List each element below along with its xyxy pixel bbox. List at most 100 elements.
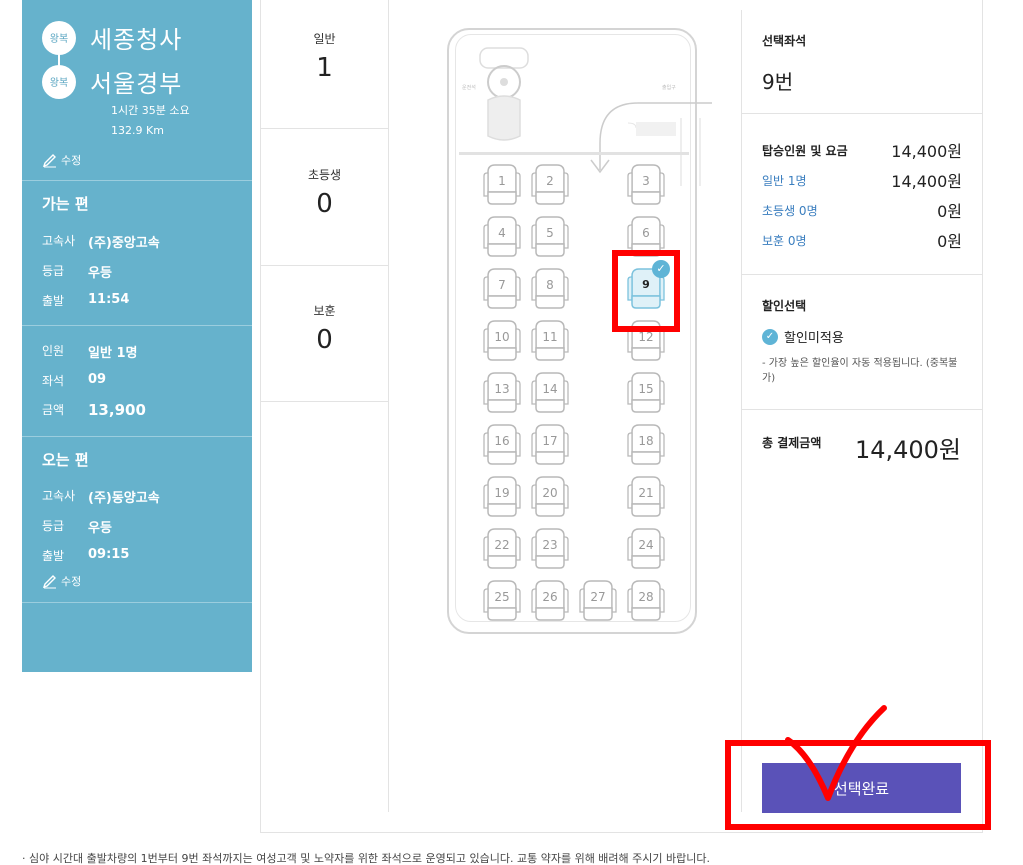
row-value: (주)동양고속: [88, 491, 160, 506]
seat-3[interactable]: 3: [626, 162, 666, 206]
outbound-title: 가는 편: [42, 195, 89, 213]
edit-route-button[interactable]: 수정: [42, 152, 81, 168]
seat-19[interactable]: 19: [482, 474, 522, 518]
seat-28[interactable]: 28: [626, 578, 666, 622]
seat-8[interactable]: 8: [530, 266, 570, 310]
seat-23[interactable]: 23: [530, 526, 570, 570]
fare-value: 0원: [937, 232, 962, 251]
seat-7[interactable]: 7: [482, 266, 522, 310]
seat-16[interactable]: 16: [482, 422, 522, 466]
roundtrip-badge: 왕복: [42, 64, 76, 99]
pen-icon: [42, 575, 56, 589]
summary-panel: 선택좌석 9번 탑승인원 및 요금 14,400원 일반 1명 14,400원 …: [741, 10, 983, 812]
destination-name: 서울경부: [90, 70, 183, 98]
fare-row: 초등생 0명 0원: [762, 198, 962, 222]
count-veteran[interactable]: 보훈 0: [261, 302, 388, 355]
booking-row: 인원 일반 1명: [42, 342, 137, 361]
seat-number: 13: [494, 382, 510, 396]
seat-15[interactable]: 15: [626, 370, 666, 414]
row-value: 09: [88, 372, 107, 387]
divider: [742, 274, 983, 275]
fare-key: 초등생 0명: [762, 203, 818, 218]
seat-number: 17: [542, 434, 558, 448]
footnote: · 심야 시간대 출발차량의 1번부터 9번 좌석까지는 여성고객 및 노약자를…: [22, 852, 710, 865]
entrance-label: 출입구: [662, 85, 676, 91]
return-row: 고속사 (주)동양고속: [42, 487, 160, 506]
fare-title: 탑승인원 및 요금: [762, 143, 848, 158]
seat-10[interactable]: 10: [482, 318, 522, 362]
seat-27[interactable]: 27: [578, 578, 618, 622]
divider: [22, 180, 252, 181]
destination-row: 왕복 서울경부: [42, 64, 182, 99]
row-key: 고속사: [42, 234, 76, 248]
fare-key: 보훈 0명: [762, 233, 807, 248]
selected-seat-title: 선택좌석: [762, 34, 807, 48]
seat-25[interactable]: 25: [482, 578, 522, 622]
fare-value: 0원: [937, 202, 962, 221]
fare-row: 보훈 0명 0원: [762, 228, 962, 252]
count-child[interactable]: 초등생 0: [261, 166, 388, 219]
discount-option[interactable]: ✓ 할인미적용: [762, 327, 844, 346]
outbound-row: 고속사 (주)중앙고속: [42, 232, 160, 251]
origin-name: 세종청사: [90, 26, 183, 54]
seat-number: 28: [638, 590, 654, 604]
seat-22[interactable]: 22: [482, 526, 522, 570]
seat-5[interactable]: 5: [530, 214, 570, 258]
seat-1[interactable]: 1: [482, 162, 522, 206]
pen-icon: [42, 154, 56, 168]
seat-number: 8: [546, 278, 554, 292]
seat-number: 1: [498, 174, 506, 188]
row-value: 우등: [88, 266, 112, 281]
travel-duration: 1시간 35분 소요: [111, 104, 190, 117]
seat-13[interactable]: 13: [482, 370, 522, 414]
return-row: 출발 09:15: [42, 547, 129, 564]
fare-total: 14,400원: [891, 142, 962, 161]
total-value: 14,400원: [854, 436, 961, 464]
origin-row: 왕복 세종청사: [42, 20, 182, 55]
row-key: 고속사: [42, 489, 76, 503]
edit-return-button[interactable]: 수정: [42, 573, 81, 589]
seat-17[interactable]: 17: [530, 422, 570, 466]
seat-number: 4: [498, 226, 506, 240]
seat-14[interactable]: 14: [530, 370, 570, 414]
driver-label: 운전석: [462, 85, 476, 91]
divider: [742, 409, 983, 410]
seat-number: 10: [494, 330, 510, 344]
seat-number: 16: [494, 434, 510, 448]
fare-row: 일반 1명 14,400원: [762, 168, 962, 192]
row-key: 출발: [42, 294, 65, 308]
seat-number: 6: [642, 226, 650, 240]
handdrawn-check-mark: [785, 705, 887, 801]
highlight-box-seat: [612, 250, 680, 332]
seat-number: 26: [542, 590, 558, 604]
seat-24[interactable]: 24: [626, 526, 666, 570]
row-value: (주)중앙고속: [88, 236, 160, 251]
row-key: 금액: [42, 403, 65, 417]
divider: [22, 436, 252, 437]
count-label: 초등생: [307, 168, 342, 182]
seat-number: 25: [494, 590, 510, 604]
seat-number: 18: [638, 434, 654, 448]
seat-number: 3: [642, 174, 650, 188]
seat-20[interactable]: 20: [530, 474, 570, 518]
seat-number: 22: [494, 538, 510, 552]
passenger-count-column: 일반 1 초등생 0 보훈 0: [261, 0, 389, 812]
divider: [22, 325, 252, 326]
seat-21[interactable]: 21: [626, 474, 666, 518]
seat-11[interactable]: 11: [530, 318, 570, 362]
seat-2[interactable]: 2: [530, 162, 570, 206]
seat-18[interactable]: 18: [626, 422, 666, 466]
row-value: 09:15: [88, 547, 130, 562]
seat-number: 5: [546, 226, 554, 240]
count-label: 일반: [313, 32, 336, 46]
count-general[interactable]: 일반 1: [261, 30, 388, 83]
outbound-row: 출발 11:54: [42, 292, 129, 309]
discount-note: - 가장 높은 할인율이 자동 적용됩니다. (중복불가): [762, 358, 958, 384]
selected-seat-value: 9번: [762, 70, 794, 94]
return-row: 등급 우등: [42, 517, 112, 536]
seat-4[interactable]: 4: [482, 214, 522, 258]
booking-row: 금액 13,900: [42, 401, 146, 419]
seat-number: 14: [542, 382, 558, 396]
row-key: 등급: [42, 264, 65, 278]
seat-26[interactable]: 26: [530, 578, 570, 622]
